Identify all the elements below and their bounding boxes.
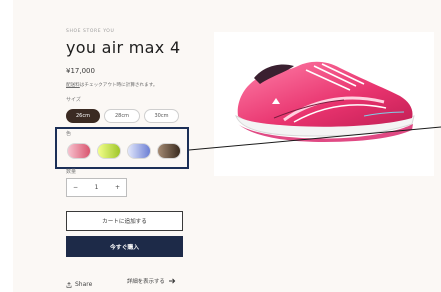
shoe-image (235, 61, 415, 142)
share-button[interactable]: Share (66, 281, 92, 288)
product-title: you air max 4 (66, 38, 181, 57)
product-image (214, 32, 434, 176)
color-swatch-brown[interactable] (157, 143, 181, 159)
quantity-decrease-button[interactable]: − (73, 184, 78, 191)
shipping-note: 配送料はチェックアウト時に計算されます。 (66, 82, 157, 88)
view-details-link[interactable]: 詳細を表示する (127, 277, 176, 285)
share-label: Share (75, 281, 93, 288)
store-name: SHOE STORE YOU (66, 29, 115, 34)
size-label: サイズ (66, 97, 81, 103)
size-option-26[interactable]: 26cm (66, 109, 100, 123)
color-swatch-lime[interactable] (97, 143, 121, 159)
share-icon (66, 281, 72, 288)
quantity-label: 数量 (66, 169, 77, 175)
size-option-28[interactable]: 28cm (104, 109, 140, 123)
product-price: ¥17,000 (66, 67, 95, 75)
color-swatch-blue[interactable] (127, 143, 151, 159)
buy-now-button[interactable]: 今すぐ購入 (66, 236, 183, 257)
color-swatch-pink[interactable] (67, 143, 91, 159)
color-label: 色 (66, 131, 72, 137)
quantity-increase-button[interactable]: + (115, 184, 120, 191)
quantity-value[interactable]: 1 (95, 184, 99, 191)
shipping-link[interactable]: 配送料 (66, 83, 80, 88)
view-details-label: 詳細を表示する (127, 279, 165, 285)
size-option-30[interactable]: 30cm (144, 109, 179, 123)
quantity-stepper: − 1 + (66, 178, 127, 197)
shipping-note-text: はチェックアウト時に計算されます。 (79, 83, 158, 88)
add-to-cart-button[interactable]: カートに追加する (66, 211, 183, 231)
arrow-right-icon (168, 278, 176, 284)
